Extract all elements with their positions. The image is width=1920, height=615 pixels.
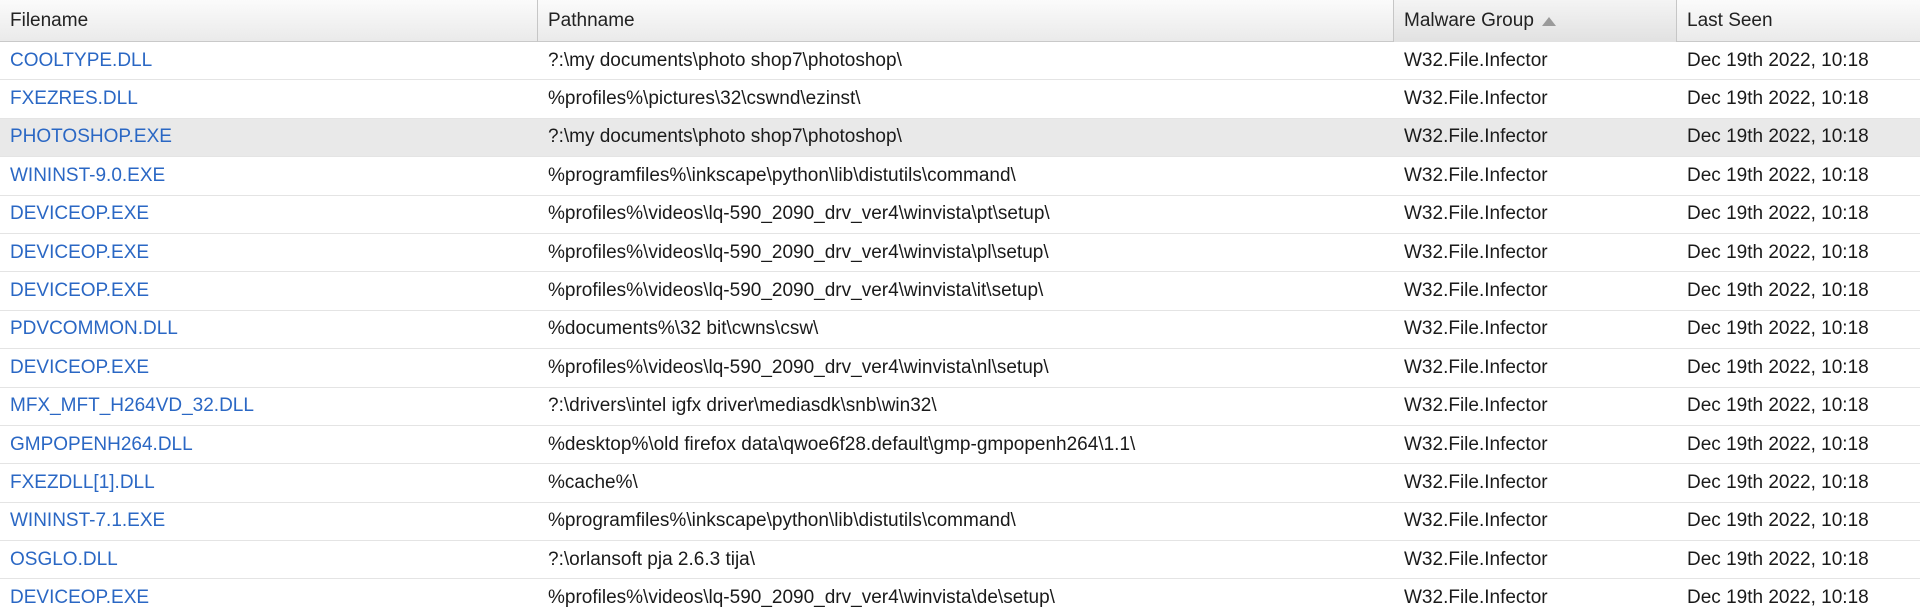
table-row[interactable]: DEVICEOP.EXE %profiles%\videos\lq-590_209… — [0, 349, 1920, 388]
column-header-pathname[interactable]: Pathname — [538, 0, 1394, 42]
last-seen-cell: Dec 19th 2022, 10:18 — [1687, 164, 1869, 186]
malware-group-cell: W32.File.Infector — [1404, 280, 1548, 302]
last-seen-cell: Dec 19th 2022, 10:18 — [1687, 510, 1869, 532]
pathname-cell: %cache%\ — [548, 471, 638, 493]
pathname-cell: %documents%\32 bit\cwns\csw\ — [548, 318, 819, 340]
filename-link[interactable]: FXEZDLL[1].DLL — [0, 464, 538, 501]
malware-group-cell: W32.File.Infector — [1404, 126, 1548, 148]
malware-group-cell: W32.File.Infector — [1404, 433, 1548, 455]
pathname-cell: ?:\drivers\intel igfx driver\mediasdk\sn… — [548, 395, 937, 417]
malware-group-cell: W32.File.Infector — [1404, 510, 1548, 532]
pathname-cell: %profiles%\pictures\32\cswnd\ezinst\ — [548, 88, 861, 110]
table-row[interactable]: DEVICEOP.EXE %profiles%\videos\lq-590_209… — [0, 234, 1920, 273]
table-row[interactable]: DEVICEOP.EXE %profiles%\videos\lq-590_209… — [0, 272, 1920, 311]
malware-group-cell: W32.File.Infector — [1404, 587, 1548, 609]
column-header-label: Malware Group — [1404, 10, 1534, 31]
sort-ascending-icon[interactable] — [1541, 16, 1556, 26]
pathname-cell: %programfiles%\inkscape\python\lib\distu… — [548, 164, 1016, 186]
last-seen-cell: Dec 19th 2022, 10:18 — [1687, 49, 1869, 71]
column-header-label: Pathname — [548, 10, 635, 31]
table-row[interactable]: PHOTOSHOP.EXE ?:\my documents\photo shop7… — [0, 118, 1920, 158]
last-seen-cell: Dec 19th 2022, 10:18 — [1687, 126, 1869, 148]
last-seen-cell: Dec 19th 2022, 10:18 — [1687, 318, 1869, 340]
last-seen-cell: Dec 19th 2022, 10:18 — [1687, 471, 1869, 493]
filename-link[interactable]: PDVCOMMON.DLL — [0, 311, 538, 348]
last-seen-cell: Dec 19th 2022, 10:18 — [1687, 280, 1869, 302]
results-table: Filename Pathname Malware Group Last See… — [0, 0, 1920, 615]
malware-group-cell: W32.File.Infector — [1404, 88, 1548, 110]
filename-link[interactable]: MFX_MFT_H264VD_32.DLL — [0, 388, 538, 425]
pathname-cell: %profiles%\videos\lq-590_2090_drv_ver4\w… — [548, 241, 1049, 263]
filename-link[interactable]: DEVICEOP.EXE — [0, 349, 538, 386]
filename-link[interactable]: GMPOPENH264.DLL — [0, 426, 538, 463]
table-row[interactable]: COOLTYPE.DLL ?:\my documents\photo shop7\… — [0, 42, 1920, 81]
filename-link[interactable]: DEVICEOP.EXE — [0, 272, 538, 309]
column-header-label: Filename — [10, 10, 89, 31]
filename-link[interactable]: WININST-9.0.EXE — [0, 157, 538, 194]
last-seen-cell: Dec 19th 2022, 10:18 — [1687, 356, 1869, 378]
column-header-label: Last Seen — [1687, 10, 1773, 31]
malware-group-cell: W32.File.Infector — [1404, 318, 1548, 340]
table-row[interactable]: FXEZDLL[1].DLL %cache%\ W32.File.Infector D… — [0, 464, 1920, 503]
filename-link[interactable]: OSGLO.DLL — [0, 541, 538, 578]
last-seen-cell: Dec 19th 2022, 10:18 — [1687, 88, 1869, 110]
filename-link[interactable]: DEVICEOP.EXE — [0, 579, 538, 615]
last-seen-cell: Dec 19th 2022, 10:18 — [1687, 433, 1869, 455]
malware-group-cell: W32.File.Infector — [1404, 395, 1548, 417]
malware-group-cell: W32.File.Infector — [1404, 471, 1548, 493]
table-row[interactable]: GMPOPENH264.DLL %desktop%\old firefox dat… — [0, 426, 1920, 465]
pathname-cell: %profiles%\videos\lq-590_2090_drv_ver4\w… — [548, 203, 1050, 225]
malware-group-cell: W32.File.Infector — [1404, 241, 1548, 263]
filename-link[interactable]: PHOTOSHOP.EXE — [0, 119, 538, 156]
table-row[interactable]: FXEZRES.DLL %profiles%\pictures\32\cswnd\… — [0, 80, 1920, 119]
table-header: Filename Pathname Malware Group Last See… — [0, 0, 1920, 42]
last-seen-cell: Dec 19th 2022, 10:18 — [1687, 203, 1869, 225]
filename-link[interactable]: WININST-7.1.EXE — [0, 503, 538, 540]
column-header-malware-group[interactable]: Malware Group — [1394, 0, 1677, 42]
malware-group-cell: W32.File.Infector — [1404, 203, 1548, 225]
filename-link[interactable]: DEVICEOP.EXE — [0, 234, 538, 271]
table-row[interactable]: PDVCOMMON.DLL %documents%\32 bit\cwns\csw… — [0, 311, 1920, 350]
column-header-last-seen[interactable]: Last Seen — [1677, 0, 1920, 42]
filename-link[interactable]: DEVICEOP.EXE — [0, 196, 538, 233]
pathname-cell: %desktop%\old firefox data\qwoe6f28.defa… — [548, 433, 1136, 455]
table-row[interactable]: WININST-9.0.EXE %programfiles%\inkscape\p… — [0, 157, 1920, 196]
table-row[interactable]: OSGLO.DLL ?:\orlansoft pja 2.6.3 tija\ W32… — [0, 541, 1920, 580]
column-header-filename[interactable]: Filename — [0, 0, 538, 42]
table-row[interactable]: WININST-7.1.EXE %programfiles%\inkscape\p… — [0, 503, 1920, 542]
malware-group-cell: W32.File.Infector — [1404, 548, 1548, 570]
malware-group-cell: W32.File.Infector — [1404, 49, 1548, 71]
table-row[interactable]: MFX_MFT_H264VD_32.DLL ?:\drivers\intel ig… — [0, 388, 1920, 426]
pathname-cell: %profiles%\videos\lq-590_2090_drv_ver4\w… — [548, 587, 1055, 609]
malware-group-cell: W32.File.Infector — [1404, 356, 1548, 378]
filename-link[interactable]: FXEZRES.DLL — [0, 80, 538, 117]
pathname-cell: %profiles%\videos\lq-590_2090_drv_ver4\w… — [548, 356, 1049, 378]
pathname-cell: %programfiles%\inkscape\python\lib\distu… — [548, 510, 1016, 532]
last-seen-cell: Dec 19th 2022, 10:18 — [1687, 548, 1869, 570]
table-row[interactable]: DEVICEOP.EXE %profiles%\videos\lq-590_209… — [0, 579, 1920, 615]
pathname-cell: ?:\my documents\photo shop7\photoshop\ — [548, 49, 902, 71]
pathname-cell: %profiles%\videos\lq-590_2090_drv_ver4\w… — [548, 280, 1044, 302]
filename-link[interactable]: COOLTYPE.DLL — [0, 42, 538, 79]
malware-group-cell: W32.File.Infector — [1404, 164, 1548, 186]
table-body: COOLTYPE.DLL ?:\my documents\photo shop7\… — [0, 42, 1920, 615]
pathname-cell: ?:\orlansoft pja 2.6.3 tija\ — [548, 548, 756, 570]
last-seen-cell: Dec 19th 2022, 10:18 — [1687, 241, 1869, 263]
last-seen-cell: Dec 19th 2022, 10:18 — [1687, 587, 1869, 609]
last-seen-cell: Dec 19th 2022, 10:18 — [1687, 395, 1869, 417]
table-row[interactable]: DEVICEOP.EXE %profiles%\videos\lq-590_209… — [0, 196, 1920, 234]
pathname-cell: ?:\my documents\photo shop7\photoshop\ — [548, 126, 902, 148]
